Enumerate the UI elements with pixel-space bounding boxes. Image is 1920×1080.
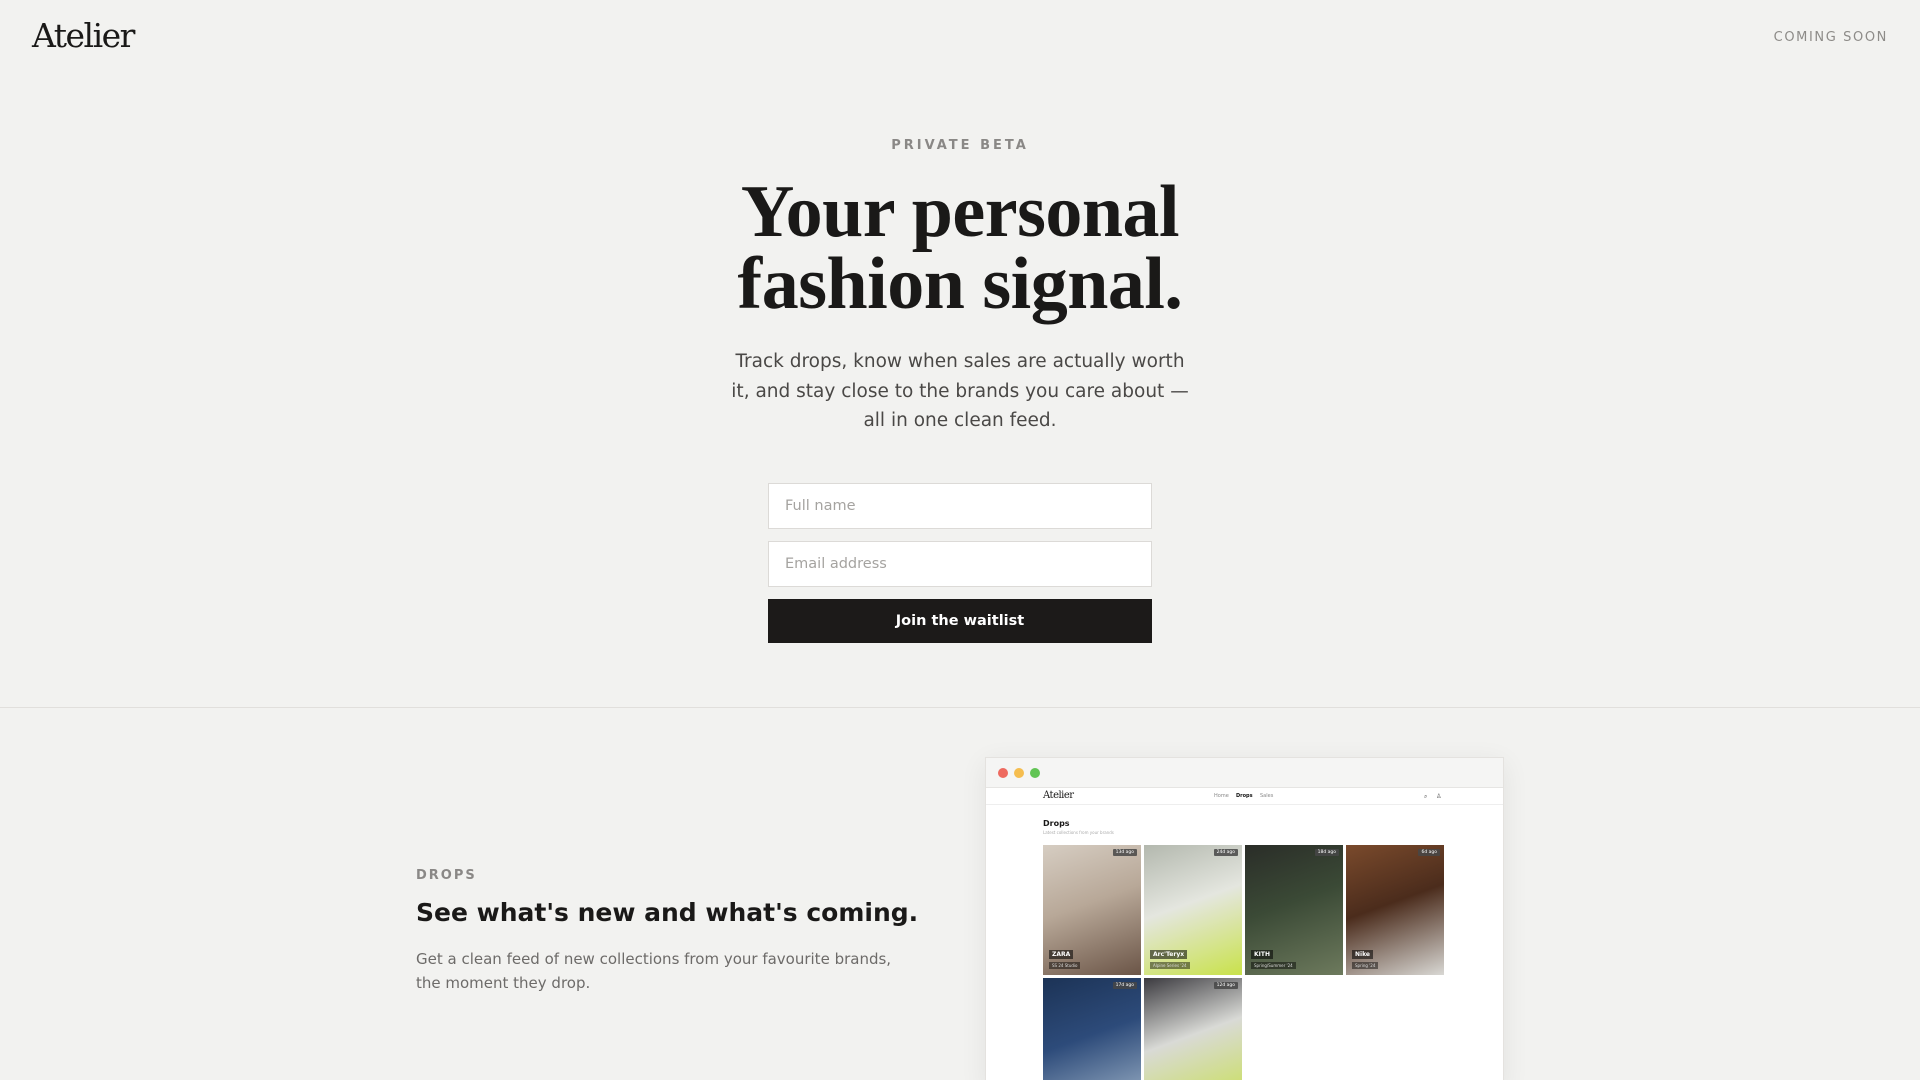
section-divider — [0, 707, 1920, 708]
app-preview-window: Atelier Home Drops Sales ⌕ ♙ Drops Lates… — [985, 757, 1504, 1080]
preview-user-icon: ♙ — [1436, 793, 1442, 800]
full-name-input[interactable] — [768, 483, 1152, 529]
join-waitlist-button[interactable]: Join the waitlist — [768, 599, 1152, 643]
drop-brand-label: ZARA — [1049, 950, 1074, 959]
preview-drop-card: 13d ago ZARA SS 24 Studio — [1043, 845, 1141, 975]
hero-title-line-2: fashion signal. — [737, 243, 1183, 325]
drop-age-badge: 12d ago — [1213, 982, 1238, 989]
drop-collection-label: SS 24 Studio — [1049, 962, 1081, 969]
preview-nav-drops: Drops — [1236, 793, 1253, 799]
preview-nav-sales: Sales — [1260, 793, 1274, 799]
drop-collection-label: Spring '24 — [1352, 962, 1379, 969]
hero-eyebrow: PRIVATE BETA — [891, 138, 1029, 153]
drop-age-badge: 13d ago — [1112, 849, 1137, 856]
drop-age-badge: 17d ago — [1112, 982, 1137, 989]
hero-title-line-1: Your personal — [740, 171, 1180, 253]
drop-collection-label: Alpine Series '24 — [1150, 962, 1190, 969]
preview-logo: Atelier — [1043, 790, 1074, 801]
drop-age-badge: 24d ago — [1213, 849, 1238, 856]
drop-age-badge: 18d ago — [1314, 849, 1339, 856]
drop-collection-label: Spring/Summer '24 — [1251, 962, 1296, 969]
window-titlebar — [986, 758, 1503, 788]
hero-subtitle: Track drops, know when sales are actuall… — [731, 351, 1189, 431]
drop-brand-label: Arc'Teryx — [1150, 950, 1188, 959]
preview-navbar: Atelier Home Drops Sales ⌕ ♙ — [986, 789, 1503, 805]
preview-drop-card: 17d ago — [1043, 978, 1141, 1080]
drop-brand-label: KITH — [1251, 950, 1273, 959]
feature-description: Get a clean feed of new collections from… — [416, 950, 892, 992]
preview-drop-card: 12d ago — [1144, 978, 1242, 1080]
close-dot-icon — [998, 768, 1008, 778]
maximize-dot-icon — [1030, 768, 1040, 778]
preview-page-subtitle: Latest collections from your brands — [1043, 830, 1114, 835]
preview-search-icon: ⌕ — [1424, 793, 1428, 800]
hero-title: Your personal fashion signal. — [0, 175, 1920, 321]
preview-nav-home: Home — [1214, 793, 1229, 799]
feature-eyebrow: DROPS — [416, 868, 477, 883]
preview-drop-card: 24d ago Arc'Teryx Alpine Series '24 — [1144, 845, 1242, 975]
preview-page-title: Drops — [1043, 819, 1070, 828]
minimize-dot-icon — [1014, 768, 1024, 778]
drop-brand-label: Nike — [1352, 950, 1373, 959]
preview-drop-card: 18d ago KITH Spring/Summer '24 — [1245, 845, 1343, 975]
feature-title: See what's new and what's coming. — [416, 898, 919, 927]
drop-age-badge: 6d ago — [1418, 849, 1440, 856]
hero-section: PRIVATE BETA Your personal fashion signa… — [0, 0, 1920, 706]
preview-drop-card: 6d ago Nike Spring '24 — [1346, 845, 1444, 975]
email-input[interactable] — [768, 541, 1152, 587]
